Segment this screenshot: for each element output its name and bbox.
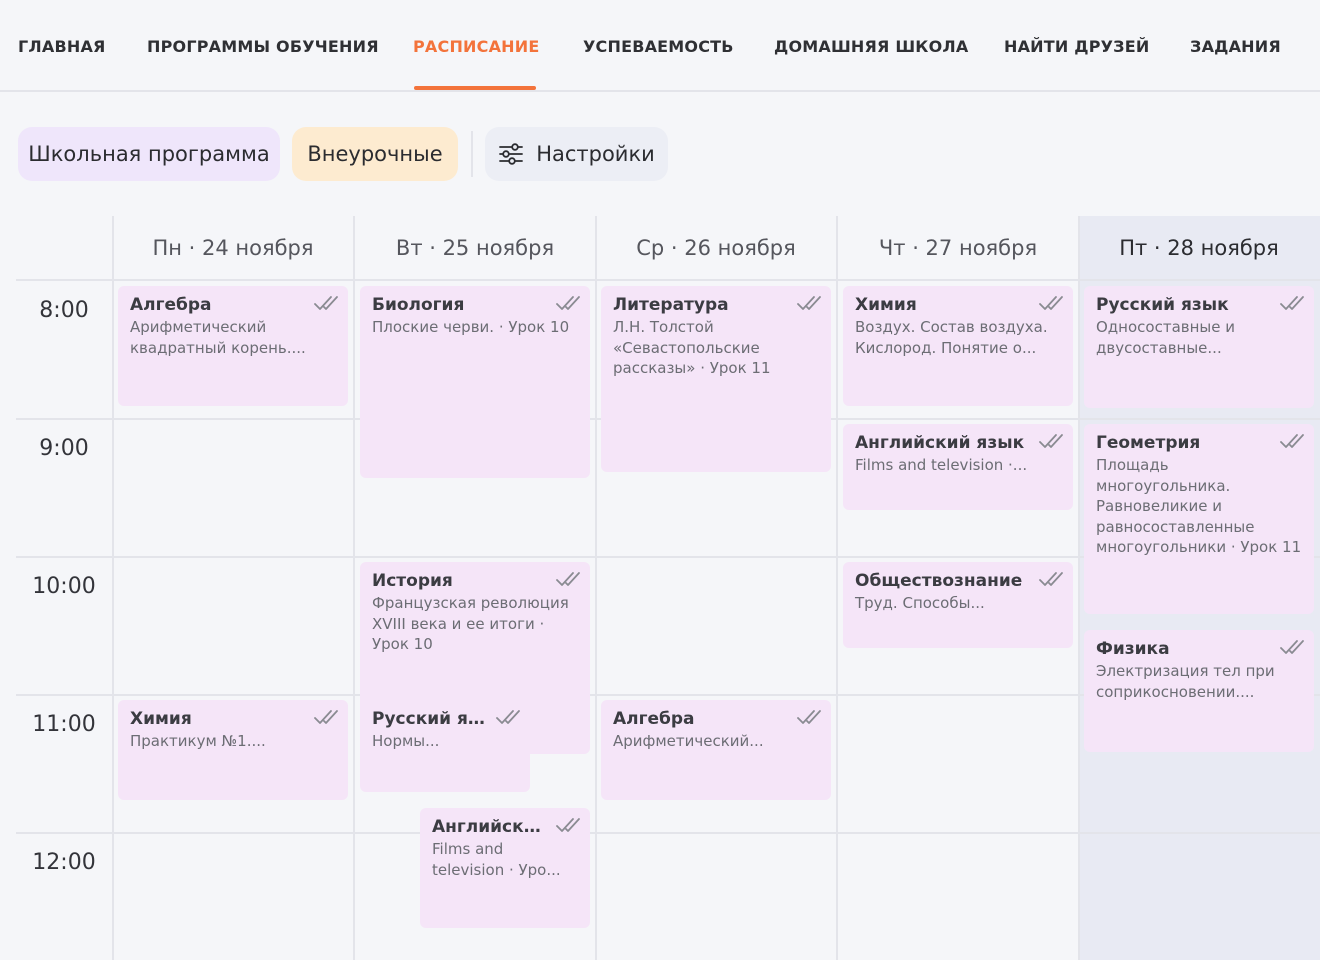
lesson-subject: Русский язык: [1096, 295, 1229, 315]
double-check-icon: [797, 710, 821, 724]
double-check-icon: [1039, 296, 1063, 310]
nav-item-tasks[interactable]: ЗАДАНИЯ: [1190, 0, 1281, 92]
sliders-icon: [498, 142, 524, 166]
nav-item-programs[interactable]: ПРОГРАММЫ ОБУЧЕНИЯ: [147, 0, 379, 92]
time-label: 10:00: [32, 574, 96, 599]
lesson-subject: Химия: [130, 709, 192, 729]
double-check-icon: [556, 296, 580, 310]
lesson-card[interactable]: Английски... Films and television · Уро.…: [420, 808, 590, 928]
double-check-icon: [556, 818, 580, 832]
time-label: 9:00: [39, 436, 89, 461]
lesson-card[interactable]: Литература Л.Н. Толстой «Севастопольские…: [601, 286, 831, 472]
lesson-subject: Физика: [1096, 639, 1170, 659]
day-header-friday: Пт · 28 ноября: [1119, 236, 1279, 260]
lesson-topic: Films and television · Уро...: [432, 840, 561, 879]
lesson-card[interactable]: Химия Практикум №1....: [118, 700, 348, 800]
grid-line: [1078, 216, 1080, 960]
double-check-icon: [1280, 296, 1304, 310]
lesson-card[interactable]: Английский язык Films and television ·..…: [843, 424, 1073, 510]
lesson-card[interactable]: Русский яз... Нормы...: [360, 700, 530, 792]
lesson-topic: Односоставные и двусоставные...: [1096, 318, 1235, 357]
lesson-topic: Воздух. Состав воздуха. Кислород. Поняти…: [855, 318, 1048, 357]
double-check-icon: [314, 296, 338, 310]
double-check-icon: [1280, 640, 1304, 654]
lesson-subject: Литература: [613, 295, 729, 315]
filter-extracurricular-button[interactable]: Внеурочные: [292, 127, 458, 181]
settings-label: Настройки: [536, 142, 655, 166]
nav-item-schedule[interactable]: РАСПИСАНИЕ: [413, 0, 539, 92]
lesson-topic: Французская революция XVIII века и ее ит…: [372, 594, 569, 653]
lesson-card[interactable]: Биология Плоские черви. · Урок 10: [360, 286, 590, 478]
lesson-subject: Обществознание: [855, 571, 1023, 591]
lesson-subject: История: [372, 571, 453, 591]
lesson-topic: Арифметический...: [613, 732, 764, 750]
schedule-calendar: Пн · 24 ноября Вт · 25 ноября Ср · 26 но…: [0, 216, 1320, 960]
nav-item-find-friends[interactable]: НАЙТИ ДРУЗЕЙ: [1004, 0, 1149, 92]
lesson-topic: Практикум №1....: [130, 732, 266, 750]
lesson-topic: Films and television ·...: [855, 456, 1028, 474]
nav-item-home-school[interactable]: ДОМАШНЯЯ ШКОЛА: [774, 0, 968, 92]
double-check-icon: [1039, 434, 1063, 448]
double-check-icon: [1280, 434, 1304, 448]
double-check-icon: [797, 296, 821, 310]
lesson-topic: Нормы...: [372, 732, 440, 750]
day-header-thursday: Чт · 27 ноября: [878, 236, 1038, 260]
grid-line: [112, 216, 114, 960]
grid-line: [836, 216, 838, 960]
grid-line: [353, 216, 355, 960]
lesson-subject: Английский язык: [855, 433, 1025, 453]
filter-divider: [471, 131, 473, 177]
double-check-icon: [496, 710, 520, 724]
double-check-icon: [556, 572, 580, 586]
grid-line: [16, 832, 1320, 834]
lesson-card[interactable]: Физика Электризация тел при соприкоснове…: [1084, 630, 1314, 752]
lesson-card[interactable]: Русский язык Односоставные и двусоставны…: [1084, 286, 1314, 408]
lesson-topic: Л.Н. Толстой «Севастопольские рассказы» …: [613, 318, 771, 377]
lesson-card[interactable]: Химия Воздух. Состав воздуха. Кислород. …: [843, 286, 1073, 406]
time-label: 12:00: [32, 850, 96, 875]
lesson-topic: Плоские черви. · Урок 10: [372, 318, 570, 336]
day-header-tuesday: Вт · 25 ноября: [395, 236, 555, 260]
time-label: 8:00: [39, 298, 89, 323]
lesson-topic: Арифметический квадратный корень....: [130, 318, 306, 357]
lesson-card[interactable]: Геометрия Площадь многоугольника. Равнов…: [1084, 424, 1314, 614]
day-header-monday: Пн · 24 ноября: [152, 236, 314, 260]
nav-item-performance[interactable]: УСПЕВАЕМОСТЬ: [583, 0, 734, 92]
day-header-wednesday: Ср · 26 ноября: [636, 236, 796, 260]
double-check-icon: [314, 710, 338, 724]
nav-item-home[interactable]: ГЛАВНАЯ: [18, 0, 106, 92]
lesson-card[interactable]: Обществознание Труд. Способы...: [843, 562, 1073, 648]
time-label: 11:00: [32, 712, 96, 737]
filter-school-program-button[interactable]: Школьная программа: [18, 127, 280, 181]
lesson-card[interactable]: Алгебра Арифметический...: [601, 700, 831, 800]
double-check-icon: [1039, 572, 1063, 586]
top-nav: ГЛАВНАЯ ПРОГРАММЫ ОБУЧЕНИЯ РАСПИСАНИЕ УС…: [0, 0, 1320, 92]
lesson-topic: Труд. Способы...: [855, 594, 985, 612]
lesson-card[interactable]: Алгебра Арифметический квадратный корень…: [118, 286, 348, 406]
active-tab-indicator: [414, 86, 536, 90]
lesson-subject: Геометрия: [1096, 433, 1201, 453]
lesson-topic: Электризация тел при соприкосновении....: [1096, 662, 1275, 701]
lesson-subject: Химия: [855, 295, 917, 315]
lesson-topic: Площадь многоугольника. Равновеликие и р…: [1096, 456, 1302, 556]
lesson-subject: Алгебра: [613, 709, 695, 729]
lesson-subject: Алгебра: [130, 295, 212, 315]
lesson-subject: Биология: [372, 295, 465, 315]
grid-line: [595, 216, 597, 960]
settings-button[interactable]: Настройки: [485, 127, 668, 181]
